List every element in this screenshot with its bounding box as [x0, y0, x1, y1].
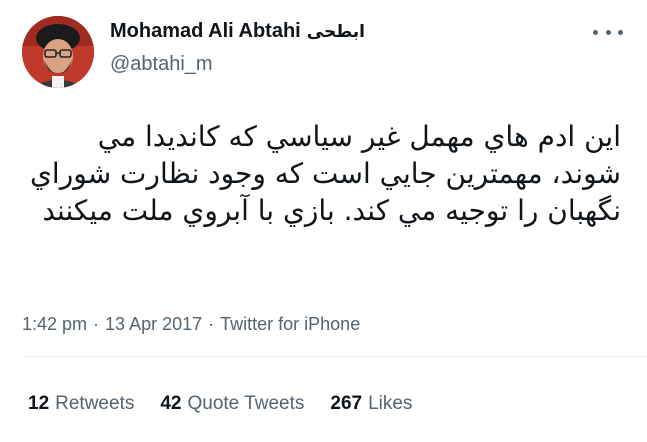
quote-tweets-count: 42: [160, 393, 182, 414]
tweet-text: این ادم هاي مهمل غير سياسي كه كانديدا مي…: [30, 120, 621, 227]
author-display-name[interactable]: Mohamad Ali Abtahi: [110, 20, 301, 43]
retweets-stat[interactable]: 12 Retweets: [28, 393, 134, 415]
likes-stat[interactable]: 267 Likes: [330, 393, 412, 415]
divider: [22, 356, 647, 357]
tweet-card: Mohamad Ali Abtahi ابطحی @abtahi_m این ا…: [0, 0, 647, 442]
meta-separator: ·: [93, 314, 100, 334]
author-handle[interactable]: @abtahi_m: [110, 53, 213, 76]
quote-tweets-label: Quote Tweets: [187, 393, 305, 414]
avatar[interactable]: [22, 16, 94, 88]
likes-count: 267: [330, 393, 363, 414]
tweet-time[interactable]: 1:42 pm: [22, 314, 87, 335]
retweets-count: 12: [28, 393, 50, 414]
more-horizontal-icon: [618, 29, 623, 35]
more-horizontal-icon: [593, 29, 598, 35]
likes-label: Likes: [368, 393, 413, 414]
quote-tweets-stat[interactable]: 42 Quote Tweets: [160, 393, 304, 415]
tweet-meta: 1:42 pm · 13 Apr 2017 · Twitter for iPho…: [22, 314, 360, 335]
tweet-source[interactable]: Twitter for iPhone: [220, 314, 360, 335]
meta-separator: ·: [208, 314, 215, 334]
more-horizontal-icon: [605, 29, 611, 35]
more-options-button[interactable]: [593, 22, 623, 42]
tweet-date[interactable]: 13 Apr 2017: [105, 314, 202, 335]
retweets-label: Retweets: [55, 393, 135, 414]
profile-photo-icon: [22, 16, 94, 88]
author-name-row[interactable]: Mohamad Ali Abtahi ابطحی: [110, 20, 365, 43]
author-display-name-arabic[interactable]: ابطحی: [307, 22, 365, 42]
tweet-stats: 12 Retweets 42 Quote Tweets 267 Likes: [28, 393, 412, 415]
